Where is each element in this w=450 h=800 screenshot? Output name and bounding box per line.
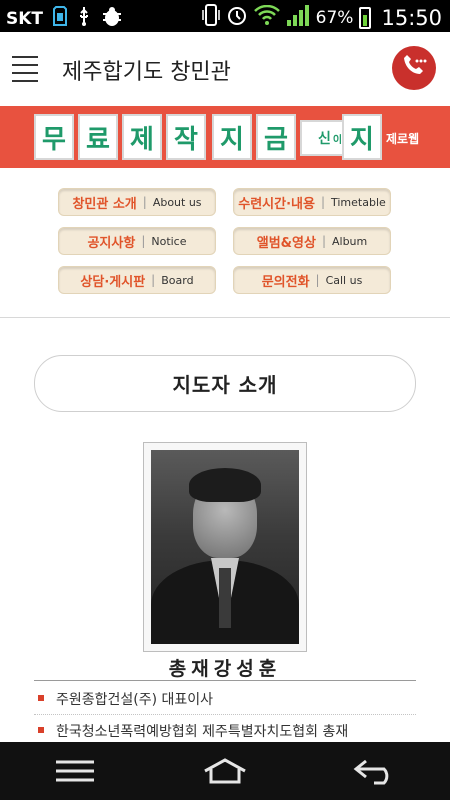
system-nav-bar	[0, 742, 450, 800]
nav-label-en: Notice	[151, 234, 187, 248]
nav-callus-button[interactable]: 문의전화 | Call us	[233, 266, 391, 294]
banner-char: 제	[122, 114, 162, 160]
signal-icon	[286, 4, 310, 31]
nav-label-en: Call us	[325, 273, 363, 287]
alarm-icon	[226, 4, 248, 31]
promo-banner[interactable]: 무 료 제 작 지 금 신 이 지 제로웹	[0, 106, 450, 168]
banner-char: 무	[34, 114, 74, 160]
profile-photo-frame	[143, 442, 307, 652]
nav-label-en: Timetable	[330, 195, 386, 209]
separator: |	[321, 234, 326, 248]
banner-small-char: 신	[317, 131, 331, 147]
separator: |	[320, 195, 325, 209]
banner-char: 지	[342, 114, 382, 160]
nav-label-en: About us	[152, 195, 202, 209]
separator: |	[151, 273, 156, 287]
separator: |	[142, 195, 147, 209]
banner-char: 지	[212, 114, 252, 160]
section-title: 지도자 소개	[34, 355, 416, 412]
phone-call-icon	[401, 52, 427, 84]
separator: |	[141, 234, 146, 248]
banner-char: 료	[78, 114, 118, 160]
nav-label-ko: 문의전화	[261, 274, 310, 290]
bug-icon	[101, 5, 123, 32]
nav-label-ko: 상담·게시판	[80, 274, 146, 290]
phone-vibrate-icon	[201, 4, 220, 31]
back-icon[interactable]	[345, 751, 405, 791]
nav-board-button[interactable]: 상담·게시판 | Board	[58, 266, 216, 294]
nav-label-ko: 수련시간·내용	[238, 196, 315, 212]
battery-charging-icon	[359, 6, 372, 29]
nav-timetable-button[interactable]: 수련시간·내용 | Timetable	[233, 188, 391, 216]
page-title: 제주합기도 창민관	[62, 60, 231, 85]
nav-label-ko: 공지사항	[87, 235, 136, 251]
divider	[34, 680, 416, 681]
separator: |	[315, 273, 320, 287]
home-icon[interactable]	[195, 751, 255, 791]
call-button[interactable]	[392, 46, 436, 90]
banner-char: 작	[166, 114, 206, 160]
carrier-label: SKT	[6, 8, 44, 29]
nav-label-en: Album	[331, 234, 368, 248]
profile-photo	[151, 450, 299, 644]
battery-percent: 67%	[315, 7, 354, 28]
nav-notice-button[interactable]: 공지사항 | Notice	[58, 227, 216, 255]
menu-icon[interactable]	[45, 751, 105, 791]
nav-album-button[interactable]: 앨범&영상 | Album	[233, 227, 391, 255]
profile-info-list: 주원종합건설(주) 대표이사 한국청소년폭력예방협회 제주특별자치도협회 총재	[34, 683, 416, 747]
banner-char: 금	[256, 114, 296, 160]
nav-label-ko: 창민관 소개	[72, 196, 137, 212]
nav-grid: 창민관 소개 | About us 수련시간·내용 | Timetable 공지…	[0, 168, 450, 318]
clock-time: 15:50	[381, 5, 442, 30]
app-header: 제주합기도 창민관	[0, 32, 450, 106]
status-bar: SKT 67% 15:50	[0, 0, 450, 32]
nav-label-en: Board	[161, 273, 194, 287]
sd-card-icon	[53, 6, 68, 31]
hamburger-icon[interactable]	[12, 56, 38, 82]
usb-icon	[77, 6, 91, 31]
banner-small-char: 이	[332, 134, 343, 146]
list-item: 주원종합건설(주) 대표이사	[34, 683, 416, 715]
nav-about-button[interactable]: 창민관 소개 | About us	[58, 188, 216, 216]
wifi-icon	[253, 4, 280, 30]
nav-label-ko: 앨범&영상	[256, 235, 316, 251]
banner-tag: 제로웹	[386, 132, 420, 146]
profile-name: 총재강성훈	[168, 658, 282, 680]
